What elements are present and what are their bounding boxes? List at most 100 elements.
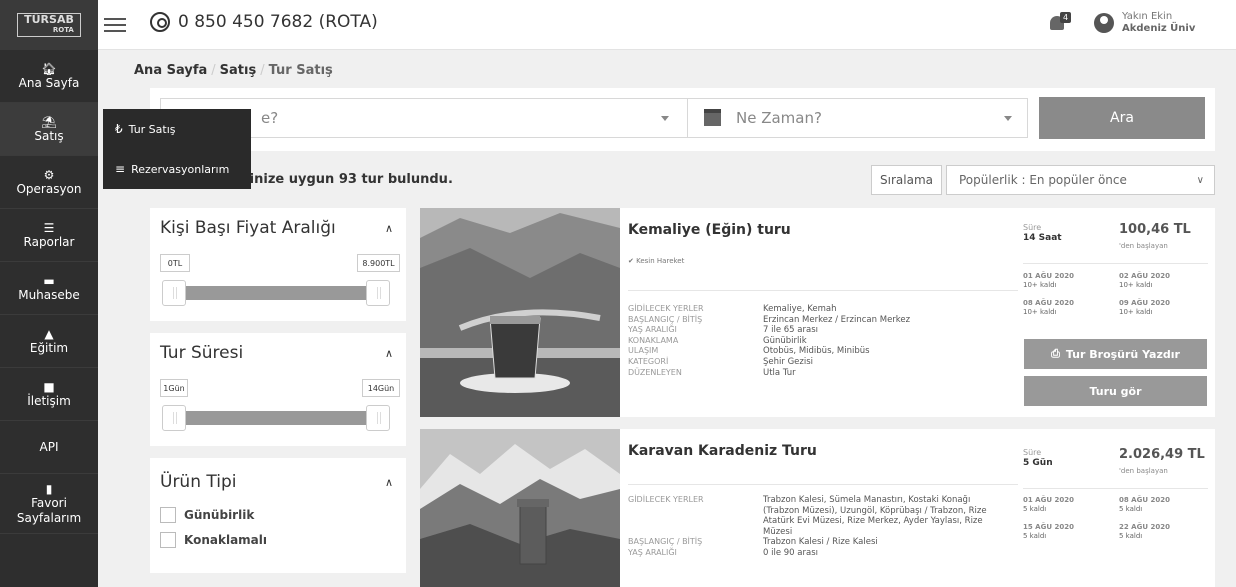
- sidebar-item-iletisim[interactable]: ■ İletişim: [0, 368, 98, 421]
- list-icon: ☰: [43, 220, 55, 235]
- view-tour-button[interactable]: Turu gör: [1024, 376, 1207, 406]
- departure-date[interactable]: 22 AĞU 2020 5 kaldı: [1119, 523, 1170, 540]
- submenu-item-tur-satis[interactable]: ₺ Tur Satış: [103, 109, 251, 149]
- tour-price: 2.026,49 TL: [1119, 447, 1205, 462]
- search-button[interactable]: Ara: [1039, 97, 1205, 139]
- bookmark-icon: ▮: [45, 481, 53, 496]
- calendar-icon: [704, 109, 721, 126]
- headset-icon: [150, 12, 170, 32]
- price-filter-panel: Kişi Başı Fiyat Aralığı ∧ 0TL 8.900TL: [150, 208, 406, 321]
- checkbox-gunubirlik[interactable]: Günübirlik: [160, 507, 254, 523]
- price-max-label: 8.900TL: [357, 254, 400, 272]
- sidebar-item-raporlar[interactable]: ☰ Raporlar: [0, 209, 98, 262]
- duration-label: Süre: [1023, 223, 1042, 232]
- sidebar: 🏠︎ Ana Sayfa ⛱︎ Satış ⚙︎ Operasyon ☰ Rap…: [0, 50, 98, 587]
- sort-select[interactable]: Popülerlik : En popüler önce ∨: [946, 165, 1215, 195]
- price-min-label: 0TL: [160, 254, 190, 272]
- print-brochure-button[interactable]: ⎙ Tur Broşürü Yazdır: [1024, 339, 1207, 369]
- duration-max-label: 14Gün: [362, 379, 400, 397]
- shop-icon: ⛱︎: [41, 114, 57, 129]
- breadcrumb: Ana Sayfa / Satış / Tur Satış: [134, 63, 333, 78]
- breadcrumb-current: Tur Satış: [268, 63, 333, 78]
- notifications-bell-icon[interactable]: 4: [1048, 12, 1071, 34]
- price-max-handle[interactable]: [366, 280, 390, 306]
- price-min-handle[interactable]: [162, 280, 186, 306]
- duration-min-label: 1Gün: [160, 379, 188, 397]
- price-filter-title: Kişi Başı Fiyat Aralığı: [160, 218, 336, 238]
- notification-badge: 4: [1060, 12, 1071, 23]
- contact-icon: ■: [43, 379, 55, 394]
- tour-title[interactable]: Kemaliye (Eğin) turu: [628, 222, 791, 238]
- money-icon: ▬: [43, 273, 55, 288]
- tour-title[interactable]: Karavan Karadeniz Turu: [628, 443, 817, 459]
- checkbox-konaklamali[interactable]: Konaklamalı: [160, 532, 267, 548]
- duration-min-handle[interactable]: [162, 405, 186, 431]
- phone-number: 0 850 450 7682 (ROTA): [150, 12, 378, 32]
- tour-image-karadeniz[interactable]: [420, 429, 620, 587]
- tour-info-values: Trabzon Kalesi, Sümela Manastırı, Kostak…: [763, 495, 987, 558]
- price-subtext: 'den başlayan: [1119, 242, 1168, 250]
- price-range-slider[interactable]: [162, 280, 390, 306]
- breadcrumb-satis[interactable]: Satış: [220, 63, 257, 78]
- print-icon: ⎙: [1051, 347, 1060, 360]
- departure-date[interactable]: 08 AĞU 2020 10+ kaldı: [1023, 299, 1074, 316]
- sidebar-item-satis[interactable]: ⛱︎ Satış: [0, 103, 98, 156]
- product-type-filter-panel: Ürün Tipi ∧ Günübirlik Konaklamalı: [150, 458, 406, 573]
- tour-card: Karavan Karadeniz Turu GİDİLECEK YERLER …: [420, 429, 1215, 587]
- tursab-rota-logo[interactable]: TÜRSAB ROTA: [0, 0, 98, 50]
- phone-text: 0 850 450 7682 (ROTA): [178, 12, 378, 32]
- chevron-down-icon: ∨: [1196, 175, 1204, 186]
- duration-filter-panel: Tur Süresi ∧ 1Gün 14Gün: [150, 333, 406, 446]
- tour-tag: ✔ Kesin Hareket: [628, 257, 685, 265]
- duration-value: 5 Gün: [1023, 458, 1053, 468]
- sidebar-item-ana-sayfa[interactable]: 🏠︎ Ana Sayfa: [0, 50, 98, 103]
- user-name: Yakın Ekin: [1122, 11, 1173, 22]
- departure-date[interactable]: 15 AĞU 2020 5 kaldı: [1023, 523, 1074, 540]
- tour-image-kemaliye[interactable]: [420, 208, 620, 417]
- list-icon: ≡: [115, 162, 126, 176]
- sidebar-item-favori-sayfalarim[interactable]: ▮ Favori Sayfalarım: [0, 474, 98, 534]
- tour-card: Kemaliye (Eğin) turu ✔ Kesin Hareket GİD…: [420, 208, 1215, 417]
- tour-info-labels: GİDİLECEK YERLER BAŞLANGIÇ / BİTİŞ YAŞ AR…: [628, 495, 704, 557]
- user-avatar-icon[interactable]: [1094, 13, 1114, 33]
- satis-submenu: ₺ Tur Satış ≡ Rezervasyonlarım: [103, 109, 251, 189]
- tour-info-values: Kemaliye, Kemah Erzincan Merkez / Erzinca…: [763, 304, 911, 378]
- home-icon: 🏠︎: [41, 61, 57, 76]
- duration-filter-title: Tur Süresi: [160, 343, 244, 363]
- user-org: Akdeniz Üniv: [1122, 23, 1196, 34]
- departure-date[interactable]: 02 AĞU 2020 10+ kaldı: [1119, 272, 1170, 289]
- duration-value: 14 Saat: [1023, 233, 1062, 243]
- duration-max-handle[interactable]: [366, 405, 390, 431]
- sidebar-item-egitim[interactable]: ▲ Eğitim: [0, 315, 98, 368]
- results-count-text: lerinize uygun 93 tur bulundu.: [230, 172, 453, 187]
- breadcrumb-home[interactable]: Ana Sayfa: [134, 63, 207, 78]
- price-subtext: 'den başlayan: [1119, 467, 1168, 475]
- sort-label: Sıralama: [871, 165, 942, 195]
- departure-date[interactable]: 01 AĞU 2020 5 kaldı: [1023, 496, 1074, 513]
- collapse-icon[interactable]: ∧: [385, 222, 393, 235]
- logo-box: TÜRSAB ROTA: [17, 13, 81, 37]
- sidebar-item-api[interactable]: API: [0, 421, 98, 474]
- departure-date[interactable]: 08 AĞU 2020 5 kaldı: [1119, 496, 1170, 513]
- submenu-item-rezervasyonlarim[interactable]: ≡ Rezervasyonlarım: [103, 149, 251, 189]
- sidebar-item-muhasebe[interactable]: ▬ Muhasebe: [0, 262, 98, 315]
- tour-price: 100,46 TL: [1119, 222, 1191, 237]
- duration-range-slider[interactable]: [162, 405, 390, 431]
- sidebar-item-operasyon[interactable]: ⚙︎ Operasyon: [0, 156, 98, 209]
- chevron-down-icon: [661, 116, 669, 121]
- lira-icon: ₺: [115, 122, 123, 136]
- collapse-icon[interactable]: ∧: [385, 347, 393, 360]
- gears-icon: ⚙︎: [43, 167, 55, 182]
- tour-info-labels: GİDİLECEK YERLER BAŞLANGIÇ / BİTİŞ YAŞ ARA…: [628, 304, 704, 377]
- search-panel: e? Ne Zaman? Ara: [150, 88, 1215, 151]
- menu-toggle-icon[interactable]: [104, 14, 126, 34]
- departure-date[interactable]: 01 AĞU 2020 10+ kaldı: [1023, 272, 1074, 289]
- collapse-icon[interactable]: ∧: [385, 476, 393, 489]
- departure-date[interactable]: 09 AĞU 2020 10+ kaldı: [1119, 299, 1170, 316]
- date-select[interactable]: Ne Zaman?: [687, 98, 1028, 138]
- graduation-icon: ▲: [44, 326, 54, 341]
- check-icon: ✔: [628, 257, 634, 265]
- duration-label: Süre: [1023, 448, 1042, 457]
- user-menu[interactable]: Yakın Ekin Akdeniz Üniv: [1122, 11, 1195, 35]
- chevron-down-icon: [1004, 116, 1012, 121]
